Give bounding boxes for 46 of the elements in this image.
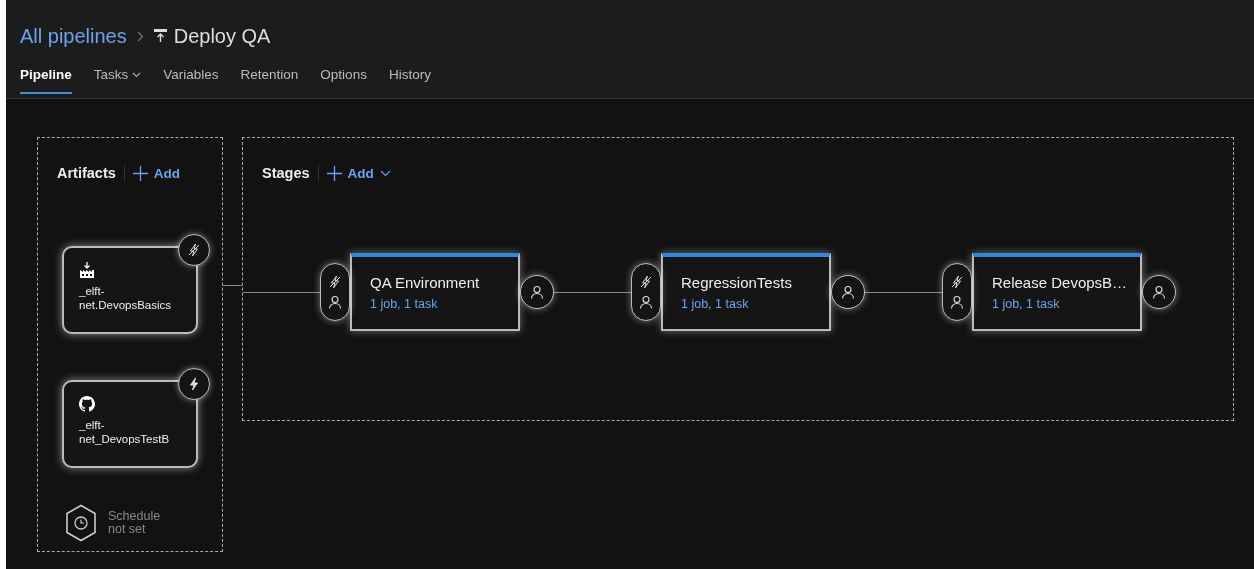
caret-icon[interactable] <box>132 71 142 78</box>
tab[interactable]: Pipeline <box>20 67 72 94</box>
section-title: Stages <box>262 165 310 181</box>
chevron-right-icon <box>136 30 144 42</box>
plus-icon <box>326 165 342 181</box>
add-button[interactable]: Add <box>132 165 181 181</box>
pipeline-icon <box>153 29 167 43</box>
plus-icon <box>132 165 148 181</box>
pipeline-title: Deploy QA <box>173 24 271 48</box>
artifact-card[interactable]: _elft-net.DevopsBasics <box>62 234 210 334</box>
stage-card[interactable]: QA Environment 1 job, 1 task <box>350 253 520 331</box>
lightning-off-icon[interactable] <box>178 234 210 266</box>
schedule-label: Schedule not set <box>108 510 162 536</box>
person-icon[interactable] <box>520 275 554 309</box>
breadcrumb-link[interactable]: All pipelines <box>20 24 127 48</box>
pre-deployment-button[interactable] <box>631 263 661 321</box>
build-icon <box>79 262 95 278</box>
stage-name: QA Environment <box>370 274 481 291</box>
tab[interactable]: Variables <box>163 67 219 94</box>
artifact-card[interactable]: _elft-net_DevopsTestB <box>62 368 210 468</box>
tab[interactable]: Options <box>320 67 367 94</box>
stage-card[interactable]: RegressionTests 1 job, 1 task <box>661 253 831 331</box>
stage-name: Release DevopsB… <box>992 274 1129 291</box>
tab[interactable]: Tasks <box>93 67 142 94</box>
person-icon[interactable] <box>831 275 865 309</box>
stage-summary-link[interactable]: 1 job, 1 task <box>370 297 438 311</box>
person-icon[interactable] <box>1142 275 1176 309</box>
add-button[interactable]: Add <box>326 165 391 181</box>
person-icon <box>639 295 653 309</box>
schedule-clock-icon[interactable] <box>64 504 98 542</box>
section-title: Artifacts <box>57 165 116 181</box>
stage-name: RegressionTests <box>681 274 793 291</box>
stage-summary-link[interactable]: 1 job, 1 task <box>681 297 749 311</box>
lightning-icon[interactable] <box>178 368 210 400</box>
person-icon <box>328 295 342 309</box>
stage-card[interactable]: Release DevopsB… 1 job, 1 task <box>972 253 1142 331</box>
stage-summary-link[interactable]: 1 job, 1 task <box>992 297 1060 311</box>
github-icon <box>79 396 95 412</box>
pre-deployment-button[interactable] <box>942 263 972 321</box>
artifact-name: _elft-net.DevopsBasics <box>79 284 173 312</box>
tab[interactable]: History <box>388 67 431 94</box>
pre-deployment-button[interactable] <box>320 263 350 321</box>
caret-icon <box>379 169 391 177</box>
person-icon <box>950 295 964 309</box>
tab[interactable]: Retention <box>240 67 299 94</box>
artifact-name: _elft-net_DevopsTestB <box>79 418 171 446</box>
